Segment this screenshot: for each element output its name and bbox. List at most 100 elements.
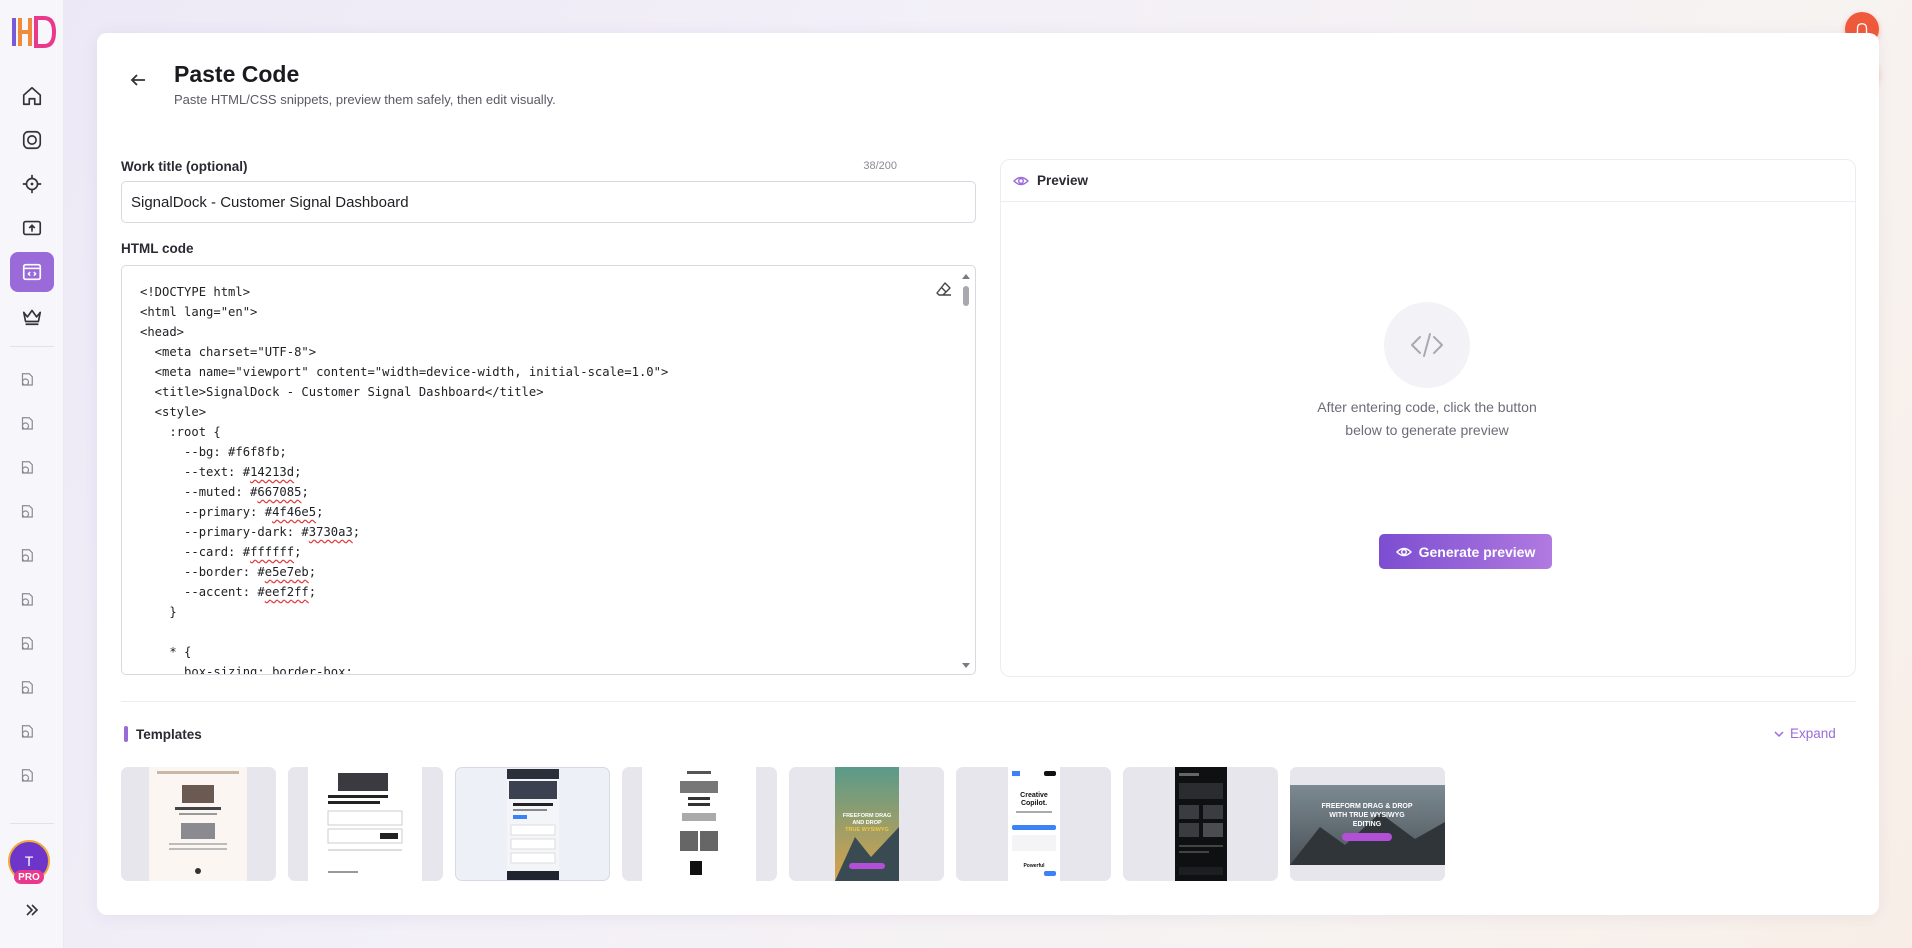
code-line: --muted: #667085; bbox=[140, 485, 309, 499]
avatar-initial: T bbox=[24, 853, 34, 869]
code-line: <meta name="viewport" content="width=dev… bbox=[140, 365, 669, 379]
preview-title: Preview bbox=[1037, 173, 1089, 188]
preview-header: Preview bbox=[1001, 160, 1855, 202]
sidebar-divider bbox=[10, 823, 54, 824]
templates-accent-bar bbox=[124, 726, 128, 742]
svg-text:FREEFORM DRAG & DROP: FREEFORM DRAG & DROP bbox=[1322, 803, 1413, 810]
work-title-label: Work title (optional) bbox=[121, 159, 248, 174]
code-line: <!DOCTYPE html> bbox=[140, 285, 251, 299]
history-item-7[interactable] bbox=[16, 632, 38, 654]
expand-sidebar-button[interactable] bbox=[22, 900, 42, 920]
history-item-5[interactable] bbox=[16, 544, 38, 566]
svg-text:Creative: Creative bbox=[1020, 792, 1048, 799]
nav-pro[interactable] bbox=[10, 296, 54, 336]
template-thumbnail: FREEFORM DRAG AND DROP TRUE WYSIWYG bbox=[835, 767, 899, 881]
spellcheck-mark: 3730a3 bbox=[308, 525, 353, 539]
svg-text:EDITING: EDITING bbox=[1353, 821, 1382, 828]
expand-label: Expand bbox=[1790, 726, 1836, 741]
nav-paste-code[interactable] bbox=[10, 252, 54, 292]
preview-panel: Preview After entering code, click the b… bbox=[1000, 159, 1856, 677]
svg-text:AND DROP: AND DROP bbox=[852, 820, 882, 826]
history-icon bbox=[21, 373, 33, 386]
nav-capture[interactable] bbox=[10, 120, 54, 160]
work-title-input[interactable] bbox=[121, 181, 976, 223]
scroll-thumb[interactable] bbox=[963, 286, 969, 306]
page-title: Paste Code bbox=[174, 61, 300, 87]
nav-upload[interactable] bbox=[10, 208, 54, 248]
spellcheck-mark: e5e7eb bbox=[264, 565, 309, 579]
nav-home[interactable] bbox=[10, 76, 54, 116]
arrow-left-icon bbox=[130, 74, 145, 86]
paste-code-panel: Paste Code Paste HTML/CSS snippets, prev… bbox=[97, 33, 1879, 915]
code-line: * { bbox=[140, 645, 192, 659]
upload-icon bbox=[22, 220, 42, 236]
history-icon bbox=[21, 505, 33, 518]
template-card-5[interactable]: FREEFORM DRAG AND DROP TRUE WYSIWYG bbox=[789, 767, 944, 881]
preview-empty-message: After entering code, click the button be… bbox=[1317, 399, 1537, 438]
templates-title: Templates bbox=[136, 727, 202, 742]
template-card-2[interactable] bbox=[288, 767, 443, 881]
spellcheck-mark: 4f46e5 bbox=[272, 505, 317, 519]
history-item-10[interactable] bbox=[16, 764, 38, 786]
template-thumbnail bbox=[308, 767, 422, 881]
template-card-6[interactable]: Creative Copilot. Powerful bbox=[956, 767, 1111, 881]
history-icon bbox=[21, 681, 33, 694]
html-code-editor[interactable]: <!DOCTYPE html> <html lang="en"> <head> <m… bbox=[121, 265, 976, 675]
code-line: --text: #14213d; bbox=[140, 465, 302, 479]
generate-preview-button[interactable]: Generate preview bbox=[1379, 534, 1552, 569]
code-scrollbar[interactable] bbox=[962, 270, 973, 672]
crosshair-icon bbox=[22, 174, 42, 194]
svg-text:WITH TRUE WYSIWYG: WITH TRUE WYSIWYG bbox=[1329, 812, 1405, 819]
history-item-8[interactable] bbox=[16, 676, 38, 698]
code-line: --card: #ffffff; bbox=[140, 545, 302, 559]
code-brackets-icon bbox=[1411, 333, 1443, 357]
code-line: box-sizing: border-box; bbox=[140, 665, 353, 675]
code-line: :root { bbox=[140, 425, 221, 439]
template-thumbnail bbox=[642, 767, 756, 881]
section-divider bbox=[121, 701, 1856, 702]
code-line: <head> bbox=[140, 325, 185, 339]
code-line: --bg: #f6f8fb; bbox=[140, 445, 287, 459]
template-card-8[interactable]: FREEFORM DRAG & DROP WITH TRUE WYSIWYG E… bbox=[1290, 767, 1445, 881]
home-icon bbox=[22, 86, 42, 106]
history-item-9[interactable] bbox=[16, 720, 38, 742]
expand-templates-button[interactable]: Expand bbox=[1773, 726, 1836, 741]
code-content[interactable]: <!DOCTYPE html> <html lang="en"> <head> <m… bbox=[140, 282, 950, 675]
svg-text:Powerful: Powerful bbox=[1023, 863, 1045, 869]
history-item-1[interactable] bbox=[16, 368, 38, 390]
eraser-icon bbox=[936, 282, 951, 296]
nav-target[interactable] bbox=[10, 164, 54, 204]
code-line: } bbox=[140, 605, 177, 619]
clear-code-button[interactable] bbox=[935, 280, 953, 298]
pro-badge: PRO bbox=[14, 870, 44, 884]
template-card-1[interactable] bbox=[121, 767, 276, 881]
scroll-down-arrow[interactable] bbox=[962, 663, 970, 668]
template-card-7[interactable] bbox=[1123, 767, 1278, 881]
history-icon bbox=[21, 549, 33, 562]
svg-text:Copilot.: Copilot. bbox=[1021, 800, 1047, 807]
history-icon bbox=[21, 637, 33, 650]
history-item-2[interactable] bbox=[16, 412, 38, 434]
back-button[interactable] bbox=[127, 69, 149, 91]
app-logo[interactable] bbox=[8, 12, 57, 52]
svg-text:TRUE WYSIWYG: TRUE WYSIWYG bbox=[845, 827, 889, 833]
chevron-down-icon bbox=[1774, 730, 1784, 737]
history-icon bbox=[21, 769, 33, 782]
history-item-4[interactable] bbox=[16, 500, 38, 522]
history-icon bbox=[21, 725, 33, 738]
history-item-3[interactable] bbox=[16, 456, 38, 478]
scroll-up-arrow[interactable] bbox=[962, 274, 970, 279]
svg-text:FREEFORM DRAG: FREEFORM DRAG bbox=[843, 813, 892, 819]
template-card-3[interactable] bbox=[455, 767, 610, 881]
code-line: <title>SignalDock - Customer Signal Dash… bbox=[140, 385, 544, 399]
code-line: <meta charset="UTF-8"> bbox=[140, 345, 317, 359]
sidebar: T PRO bbox=[0, 0, 64, 948]
camera-lens-icon bbox=[22, 130, 42, 150]
code-line: --accent: #eef2ff; bbox=[140, 585, 317, 599]
generate-preview-label: Generate preview bbox=[1418, 543, 1536, 560]
history-icon bbox=[21, 461, 33, 474]
code-line: --border: #e5e7eb; bbox=[140, 565, 317, 579]
history-item-6[interactable] bbox=[16, 588, 38, 610]
template-card-4[interactable] bbox=[622, 767, 777, 881]
